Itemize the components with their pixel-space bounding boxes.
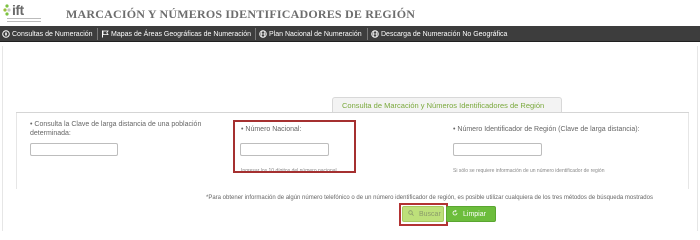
tab-label: Consulta de Marcación y Números Identifi… [342, 101, 545, 110]
poblacion-input[interactable] [30, 143, 118, 156]
nav-item-label: Plan Nacional de Numeración [269, 30, 362, 38]
logo-dots-icon [3, 4, 11, 16]
search-methods-note: *Para obtener información de algún númer… [206, 195, 653, 201]
ift-logo[interactable]: ift [3, 2, 43, 24]
numero-identificador-input[interactable] [453, 143, 542, 156]
header: ift MARCACIÓN Y NÚMEROS IDENTIFICADORES … [0, 0, 700, 26]
page-title: MARCACIÓN Y NÚMEROS IDENTIFICADORES DE R… [66, 7, 416, 21]
nav-divider [255, 28, 256, 40]
tab-consulta-marcacion[interactable]: Consulta de Marcación y Números Identifi… [332, 97, 562, 113]
search-button-highlight [399, 203, 448, 226]
numero-identificador-hint: Si sólo se requiere información de un nú… [453, 168, 605, 174]
navbar: Consultas de Numeración Mapas de Áreas G… [0, 26, 700, 42]
nav-item-label: Descarga de Numeración No Geográfica [381, 30, 508, 38]
flag-icon [102, 30, 109, 38]
globe-icon [259, 30, 267, 38]
search-button[interactable]: Buscar [399, 203, 448, 226]
nav-item-descarga[interactable]: Descarga de Numeración No Geográfica [371, 26, 507, 42]
globe-icon [371, 30, 379, 38]
nav-item-plan-nacional[interactable]: Plan Nacional de Numeración [259, 26, 362, 42]
nav-item-label: Consultas de Numeración [12, 30, 93, 38]
logo-text: ift [12, 2, 24, 18]
nav-divider [367, 28, 368, 40]
clear-button[interactable]: Limpiar [446, 206, 496, 222]
compass-icon [2, 30, 10, 38]
nav-divider [97, 28, 98, 40]
refresh-icon [452, 209, 458, 218]
logo-subtitle [7, 18, 41, 22]
nav-item-mapas[interactable]: Mapas de Áreas Geográficas de Numeración [101, 26, 251, 42]
numero-identificador-label: • Número Identificador de Región (Clave … [453, 126, 640, 133]
nav-item-consultas[interactable]: Consultas de Numeración [2, 26, 93, 42]
numero-nacional-highlight [233, 120, 356, 173]
nav-item-label: Mapas de Áreas Geográficas de Numeración [111, 30, 252, 38]
clear-button-label: Limpiar [463, 210, 486, 218]
clave-larga-distancia-label: • Consulta la Clave de larga distancia d… [30, 121, 202, 137]
